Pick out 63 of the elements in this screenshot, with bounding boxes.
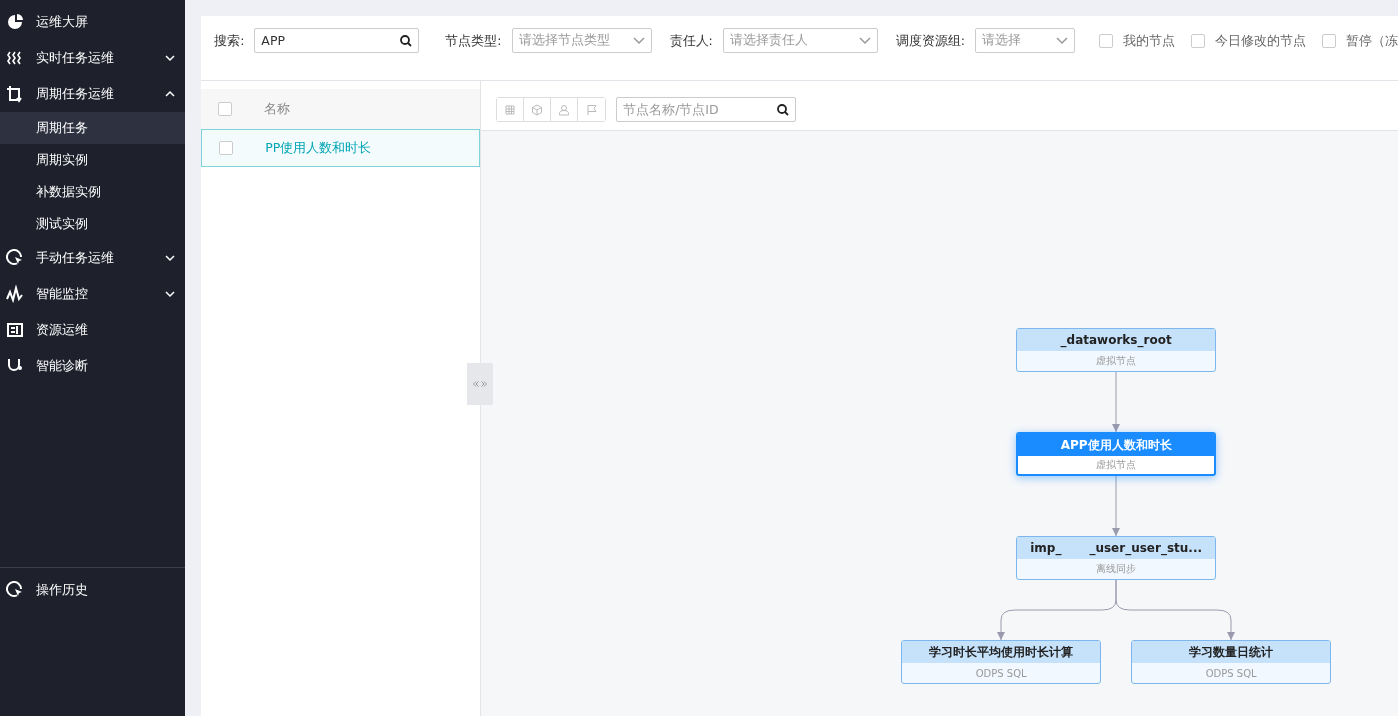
connector-arrow xyxy=(1112,371,1121,433)
search-icon xyxy=(777,104,790,116)
checkbox-label: 我的节点 xyxy=(1123,32,1175,50)
double-chevron-icon xyxy=(473,381,488,387)
task-name: PP使用人数和时长 xyxy=(265,139,372,157)
sidebar-item[interactable]: 手动任务运维 xyxy=(0,240,186,276)
checkbox-label: 今日修改的节点 xyxy=(1215,32,1306,50)
field-label: 责任人: xyxy=(669,32,713,50)
node-type: ODPS SQL xyxy=(1205,667,1257,679)
chevron-icon xyxy=(1056,36,1068,45)
chevron-icon xyxy=(165,253,176,263)
cursor-icon xyxy=(6,581,24,599)
node-type: 虚拟节点 xyxy=(1096,458,1137,472)
pulse-icon xyxy=(6,285,24,303)
sidebar-subitem[interactable]: 补数据实例 xyxy=(0,176,186,208)
sidebar-item[interactable]: 智能监控 xyxy=(0,276,186,312)
sidebar-item[interactable]: 周期任务运维 xyxy=(0,76,186,112)
sidebar-item[interactable]: 智能诊断 xyxy=(0,348,186,384)
checkbox[interactable] xyxy=(1322,33,1336,48)
collapse-handle[interactable] xyxy=(467,363,494,405)
node-title: _dataworks_root xyxy=(1060,333,1172,347)
node-title: 学习时长平均使用时长计算 xyxy=(929,643,1074,661)
field-label: 搜索: xyxy=(214,32,245,50)
grid-icon[interactable] xyxy=(497,98,525,121)
chevron-icon xyxy=(165,289,176,299)
node-title: imp_ xyxy=(1030,541,1062,555)
sidebar-subitem[interactable]: 周期任务 xyxy=(0,112,186,144)
chevron-icon xyxy=(858,36,871,45)
task-node[interactable]: 学习时长平均使用时长计算 ODPS SQL xyxy=(901,640,1102,684)
sidebar-item[interactable]: 资源运维 xyxy=(0,312,186,348)
node-search-field[interactable]: 节点名称/节点ID xyxy=(616,97,797,122)
checkbox[interactable] xyxy=(1099,33,1113,48)
pie-chart-icon xyxy=(6,13,24,31)
node-type: 虚拟节点 xyxy=(1096,354,1137,368)
chevron-icon xyxy=(632,36,645,45)
waves-icon xyxy=(6,49,24,67)
connector-arrow xyxy=(1112,475,1121,537)
chevron-icon xyxy=(165,89,176,99)
task-node[interactable]: _dataworks_root 虚拟节点 xyxy=(1016,328,1217,372)
sidebar-item[interactable]: 运维大屏 xyxy=(0,4,186,40)
node-title: 学习数量日统计 xyxy=(1189,643,1274,661)
checkbox[interactable] xyxy=(219,141,234,155)
sidebar-item[interactable]: 实时任务运维 xyxy=(0,40,186,76)
cursor-icon xyxy=(6,249,24,267)
panel-icon xyxy=(6,321,24,339)
node-title: _user_user_stu... xyxy=(1089,541,1203,555)
node-type: 离线同步 xyxy=(1096,562,1137,576)
field-label: 调度资源组: xyxy=(895,32,965,50)
task-node[interactable]: imp_ _user_user_stu... 离线同步 xyxy=(1016,536,1217,580)
checkbox[interactable] xyxy=(1191,33,1205,48)
task-node[interactable]: 学习数量日统计 ODPS SQL xyxy=(1131,640,1332,684)
node-title: APP使用人数和时长 xyxy=(1060,436,1172,454)
node-type: ODPS SQL xyxy=(975,667,1027,679)
column-header: 名称 xyxy=(264,100,291,118)
sidebar-subitem[interactable]: 周期实例 xyxy=(0,144,186,176)
field-label: 节点类型: xyxy=(445,32,502,50)
checkbox-label: 暂停（冻 xyxy=(1346,32,1398,50)
sidebar-subitem[interactable]: 测试实例 xyxy=(0,208,186,240)
chevron-icon xyxy=(165,53,176,63)
search-field[interactable]: APP xyxy=(254,28,420,53)
checkbox[interactable] xyxy=(218,102,233,116)
sidebar-item[interactable]: 操作历史 xyxy=(0,572,186,608)
search-icon xyxy=(400,35,413,47)
